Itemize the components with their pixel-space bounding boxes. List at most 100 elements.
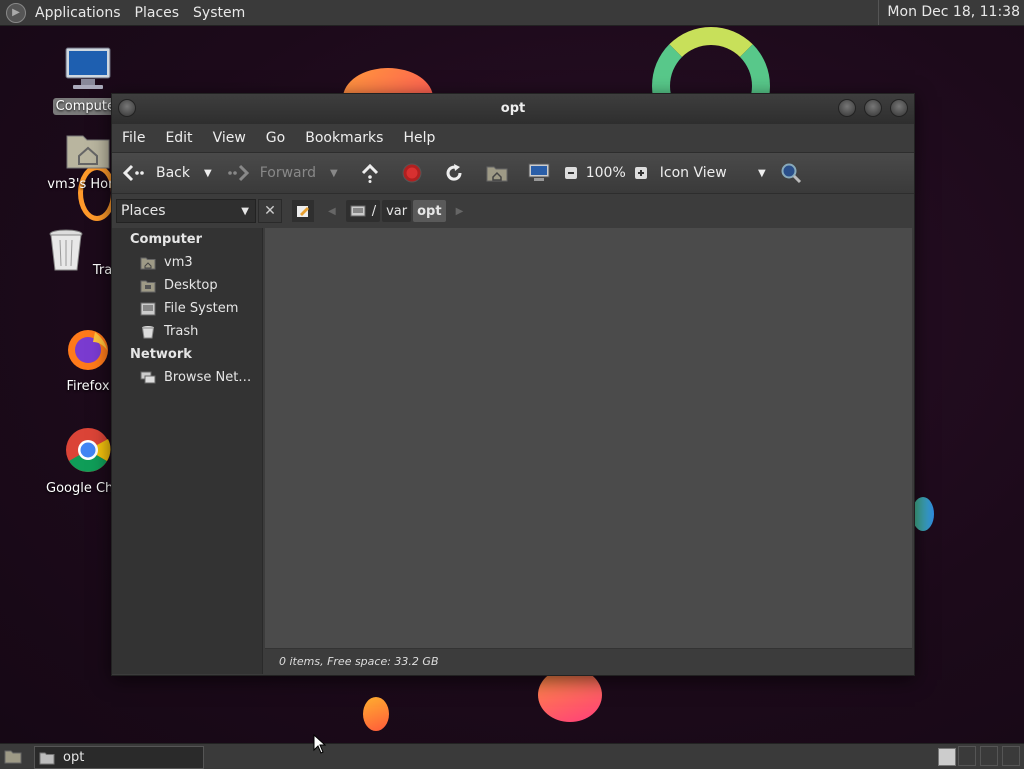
forward-history-dropdown[interactable]: ▼ [330,168,338,179]
applications-menu[interactable]: Applications [28,5,128,21]
zoom-in-icon [634,167,647,179]
back-arrow-icon [122,164,144,182]
forward-label: Forward [259,165,317,181]
sidebar-item-label: Trash [164,324,199,339]
wallpaper-blob [912,497,934,531]
reload-button[interactable] [444,163,464,183]
home-button[interactable] [486,164,508,182]
close-sidebar-button[interactable]: ✕ [258,199,282,223]
show-desktop-icon [4,750,22,764]
zoom-in-button[interactable] [634,166,648,180]
network-icon [140,371,156,383]
workspace-switcher[interactable] [938,748,956,766]
wallpaper-blob [363,697,389,731]
file-manager-window: opt File Edit View Go Bookmarks Help Bac… [111,93,915,676]
maximize-button[interactable] [864,99,882,117]
window-titlebar[interactable]: opt [112,94,914,124]
wallpaper-blob [538,668,602,722]
places-sidebar: Computer vm3 Desktop File System Trash N… [112,228,263,674]
file-view-area[interactable] [265,228,912,648]
close-button[interactable] [890,99,908,117]
zoom-out-icon [564,167,577,179]
places-menu[interactable]: Places [128,5,187,21]
sidebar-item-label: File System [164,301,239,316]
menu-help[interactable]: Help [393,130,445,146]
taskbar-item-opt[interactable]: opt [34,746,204,769]
menu-go[interactable]: Go [256,130,295,146]
search-icon [781,163,801,184]
trash-icon [49,229,83,271]
desktop-icon-label: Firefox [66,379,110,394]
sidebar-item-trash[interactable]: Trash [112,320,262,343]
computer-icon [528,163,550,181]
stop-icon [402,163,422,183]
applications-logo-icon[interactable]: ▶ [6,2,26,23]
top-panel: ▶ Applications Places System Mon Dec 18,… [0,0,1024,26]
clock[interactable]: Mon Dec 18, 11:38 [878,0,1024,25]
toggle-location-entry-button[interactable] [292,200,314,222]
drive-icon [350,205,366,217]
path-scroll-right-icon[interactable]: ▶ [456,206,464,217]
sidebar-item-file-system[interactable]: File System [112,297,262,320]
path-crumb-label: var [386,203,408,219]
sidebar-item-browse-network[interactable]: Browse Net… [112,366,262,389]
path-scroll-left-icon[interactable]: ◀ [328,206,336,217]
zoom-out-button[interactable] [564,166,578,180]
location-bar: Places ▼ ✕ ◀ / var opt ▶ [112,194,914,228]
computer-button[interactable] [528,163,550,183]
sidebar-item-label: Desktop [164,278,218,293]
show-desktop-button[interactable] [4,748,22,764]
workspace-2[interactable] [958,746,976,766]
system-menu[interactable]: System [186,5,252,21]
menu-view[interactable]: View [203,130,256,146]
computer-icon [65,47,111,89]
drive-icon [140,302,156,315]
stop-button[interactable] [402,163,422,183]
forward-button[interactable]: Forward [227,163,317,183]
view-mode-label: Icon View [659,165,727,181]
menu-file[interactable]: File [112,130,155,146]
sidebar-item-label: vm3 [164,255,193,270]
reload-icon [446,164,462,181]
path-crumb-var[interactable]: var [382,200,412,222]
up-button[interactable] [360,163,380,183]
back-button[interactable]: Back [122,163,190,183]
top-menu: ▶ Applications Places System [0,0,252,25]
window-title: opt [500,101,526,116]
chrome-icon [66,428,111,472]
folder-icon [39,752,55,764]
sidebar-section-network: Network [130,347,192,362]
search-button[interactable] [780,162,802,184]
workspace-3[interactable] [980,746,998,766]
chevron-down-icon: ▼ [758,167,766,179]
menu-bookmarks[interactable]: Bookmarks [295,130,393,146]
path-crumb-label: opt [417,203,442,219]
path-crumb-opt[interactable]: opt [413,200,446,222]
edit-icon [297,206,309,217]
home-folder-icon [66,135,110,169]
workspace-4[interactable] [1002,746,1020,766]
bottom-panel: opt [0,743,1024,769]
view-mode-select[interactable]: Icon View ▼ [660,165,766,181]
firefox-icon [68,330,108,370]
status-bar: 0 items, Free space: 33.2 GB [265,648,912,674]
zoom-level[interactable]: 100% [586,165,626,181]
forward-arrow-icon [227,164,249,182]
sidebar-item-desktop[interactable]: Desktop [112,274,262,297]
sidebar-item-vm3[interactable]: vm3 [112,251,262,274]
back-history-dropdown[interactable]: ▼ [204,168,212,179]
path-crumb-root[interactable]: / [345,200,381,222]
taskbar-item-label: opt [63,750,85,765]
sidebar-selector[interactable]: Places ▼ [116,199,256,223]
home-folder-icon [486,166,508,182]
sidebar-section-computer: Computer [130,232,203,247]
sidebar-selector-label: Places [121,203,166,219]
sidebar-item-label: Browse Net… [164,370,252,385]
desktop-folder-icon [140,280,156,292]
menu-edit[interactable]: Edit [155,130,202,146]
trash-icon [141,325,155,338]
up-arrow-icon [361,163,378,183]
mouse-cursor-icon [313,734,327,754]
minimize-button[interactable] [838,99,856,117]
back-label: Back [156,165,190,181]
